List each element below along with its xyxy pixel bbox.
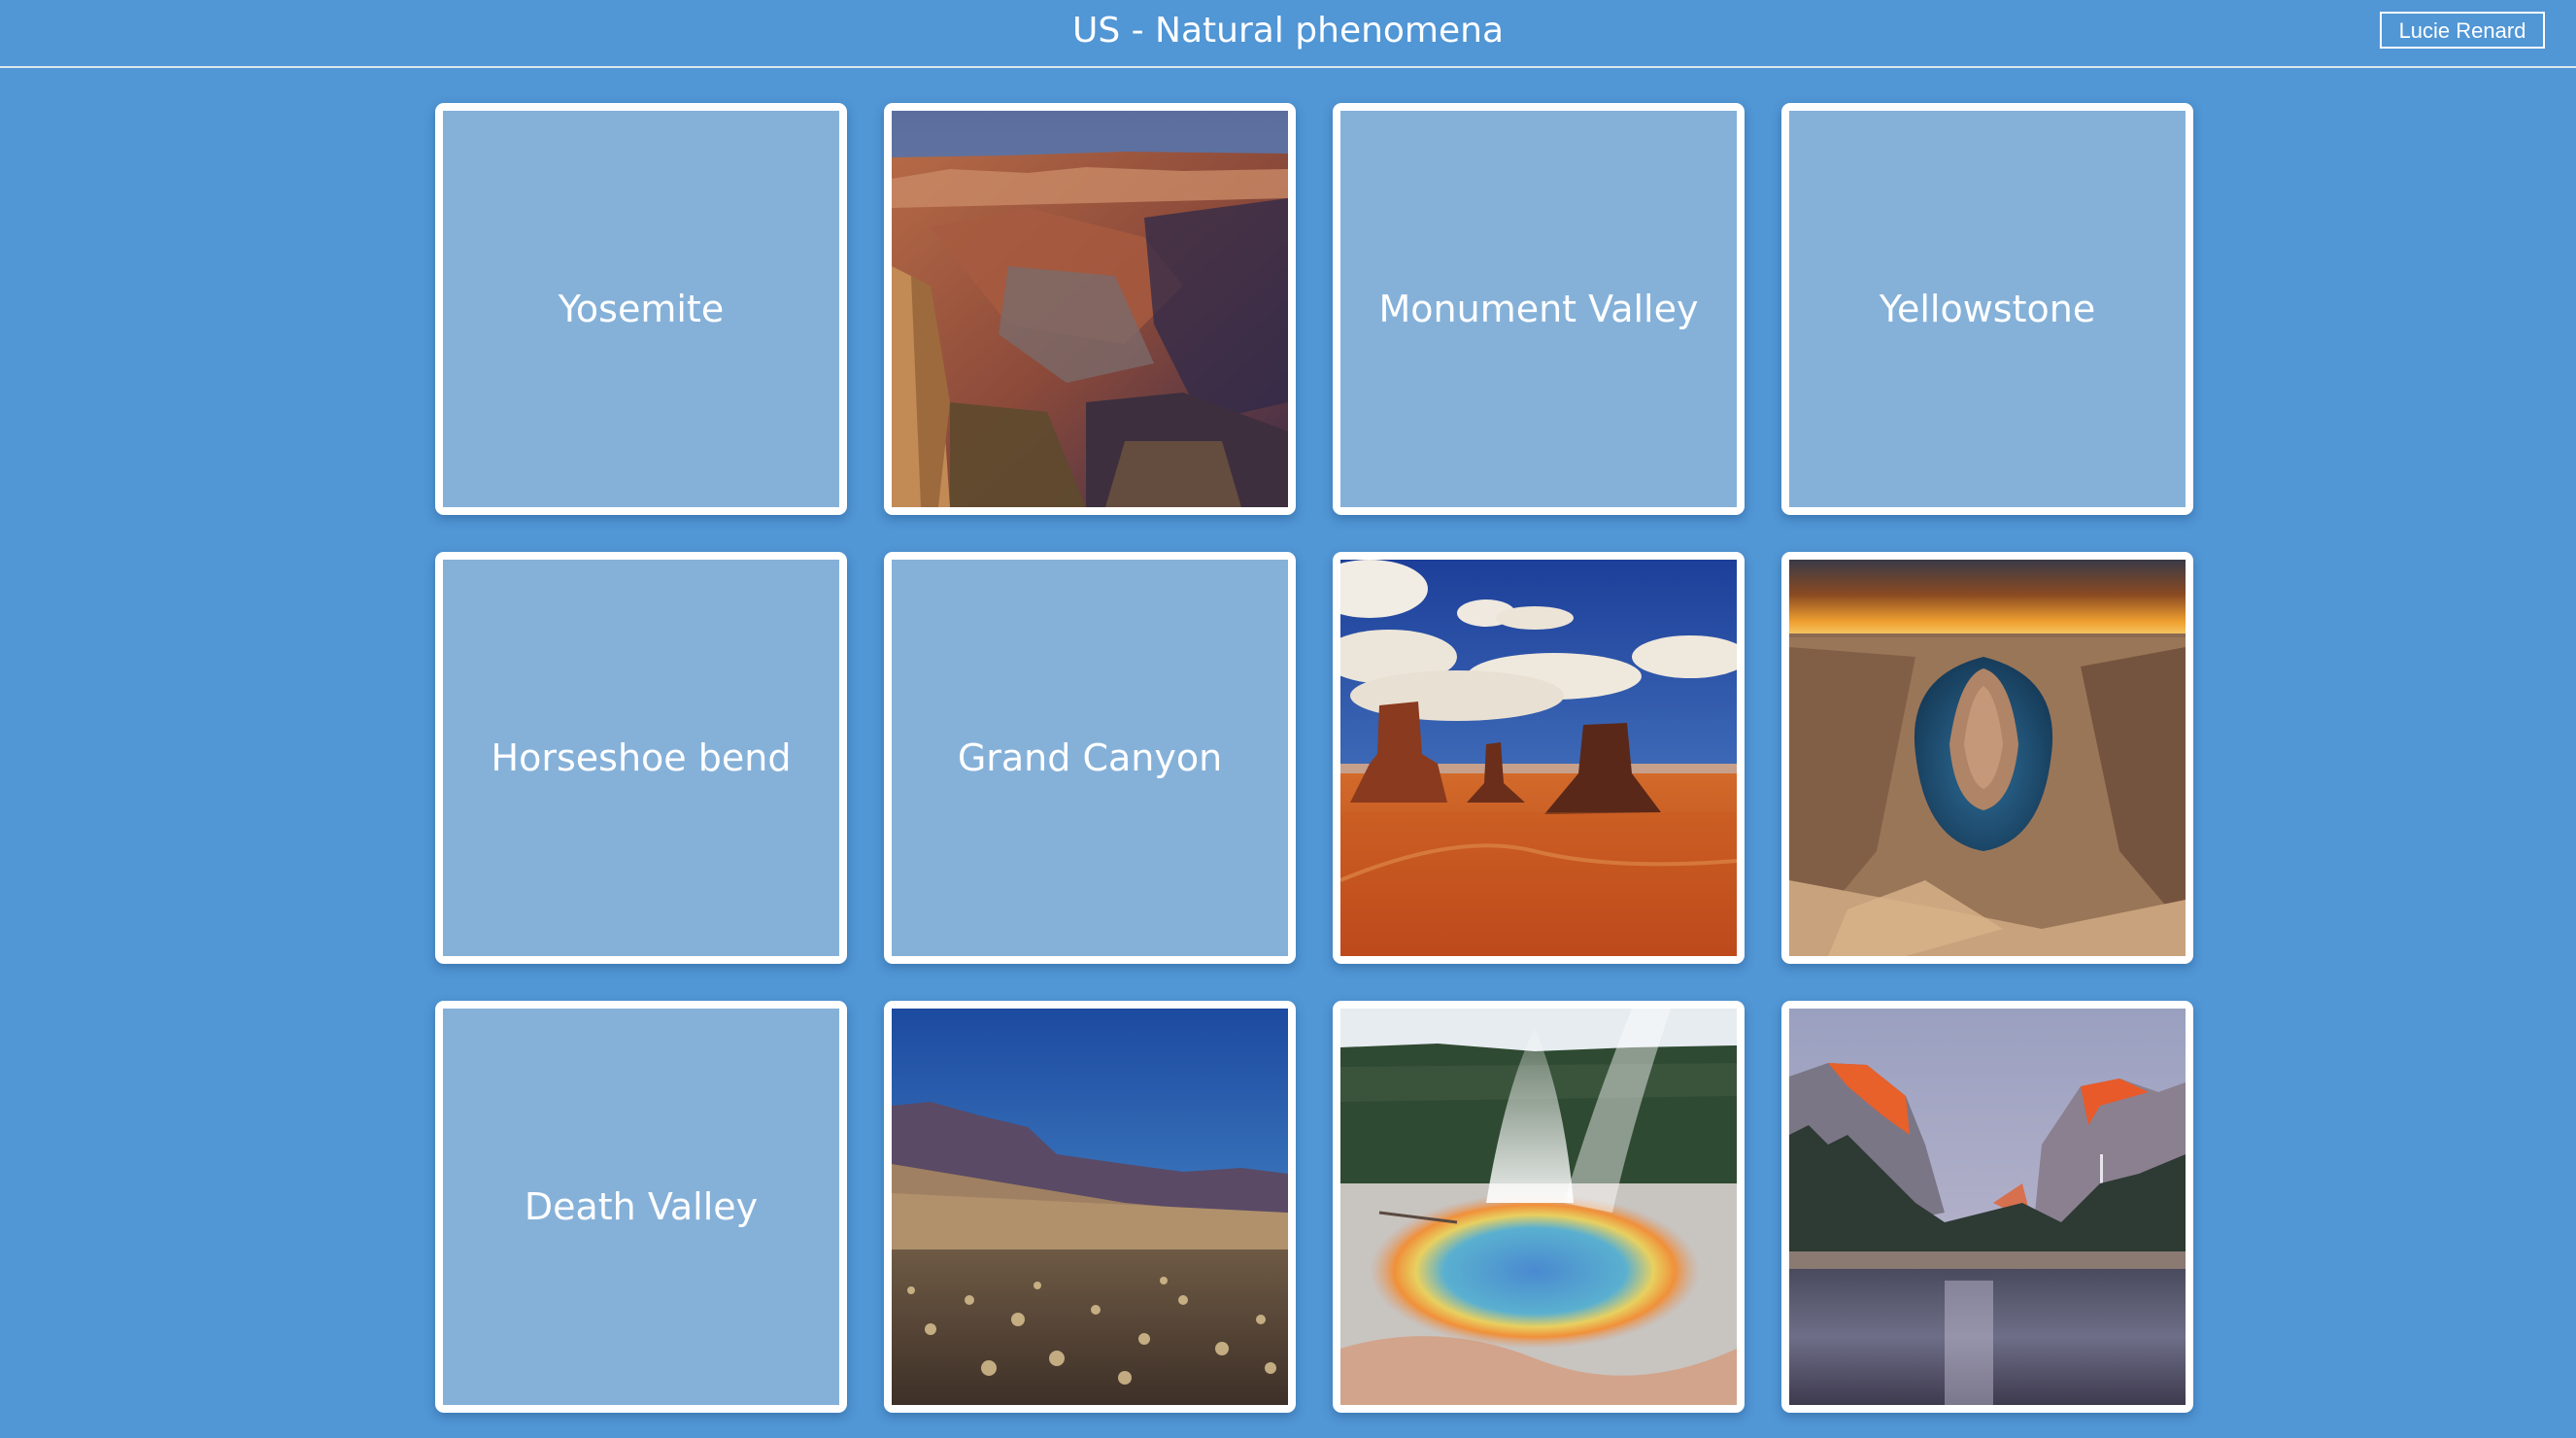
card-label: Horseshoe bend xyxy=(491,736,792,779)
memory-card-photo[interactable] xyxy=(1781,552,2193,964)
card-face: Horseshoe bend xyxy=(443,560,839,956)
memory-card-photo[interactable] xyxy=(1333,1001,1745,1413)
memory-card-label[interactable]: Grand Canyon xyxy=(884,552,1296,964)
memory-card-label[interactable]: Horseshoe bend xyxy=(435,552,847,964)
death-valley-photo xyxy=(892,1009,1288,1405)
grand-canyon-photo xyxy=(892,111,1288,507)
memory-card-label[interactable]: Yellowstone xyxy=(1781,103,2193,515)
card-face: Death Valley xyxy=(443,1009,839,1405)
card-label: Death Valley xyxy=(524,1185,759,1228)
card-label: Grand Canyon xyxy=(957,736,1223,779)
header-bar: US - Natural phenomena Lucie Renard xyxy=(0,0,2576,68)
yosemite-photo xyxy=(1789,1009,2186,1405)
yellowstone-photo xyxy=(1340,1009,1737,1405)
card-face: Grand Canyon xyxy=(892,560,1288,956)
card-face: Yosemite xyxy=(443,111,839,507)
page-title: US - Natural phenomena xyxy=(1071,11,1505,51)
user-account-button[interactable]: Lucie Renard xyxy=(2380,12,2545,49)
monument-valley-photo xyxy=(1340,560,1737,956)
memory-card-photo[interactable] xyxy=(884,1001,1296,1413)
memory-card-photo[interactable] xyxy=(1333,552,1745,964)
card-label: Monument Valley xyxy=(1378,288,1699,330)
card-face: Yellowstone xyxy=(1789,111,2186,507)
memory-card-photo[interactable] xyxy=(1781,1001,2193,1413)
horseshoe-bend-photo xyxy=(1789,560,2186,956)
memory-card-label[interactable]: Yosemite xyxy=(435,103,847,515)
memory-card-label[interactable]: Death Valley xyxy=(435,1001,847,1413)
memory-card-photo[interactable] xyxy=(884,103,1296,515)
memory-game-board: Yosemite Monument Valley Yellowstone Hor… xyxy=(435,103,2195,1415)
card-face: Monument Valley xyxy=(1340,111,1737,507)
memory-card-label[interactable]: Monument Valley xyxy=(1333,103,1745,515)
card-label: Yosemite xyxy=(558,288,725,330)
card-label: Yellowstone xyxy=(1879,288,2096,330)
